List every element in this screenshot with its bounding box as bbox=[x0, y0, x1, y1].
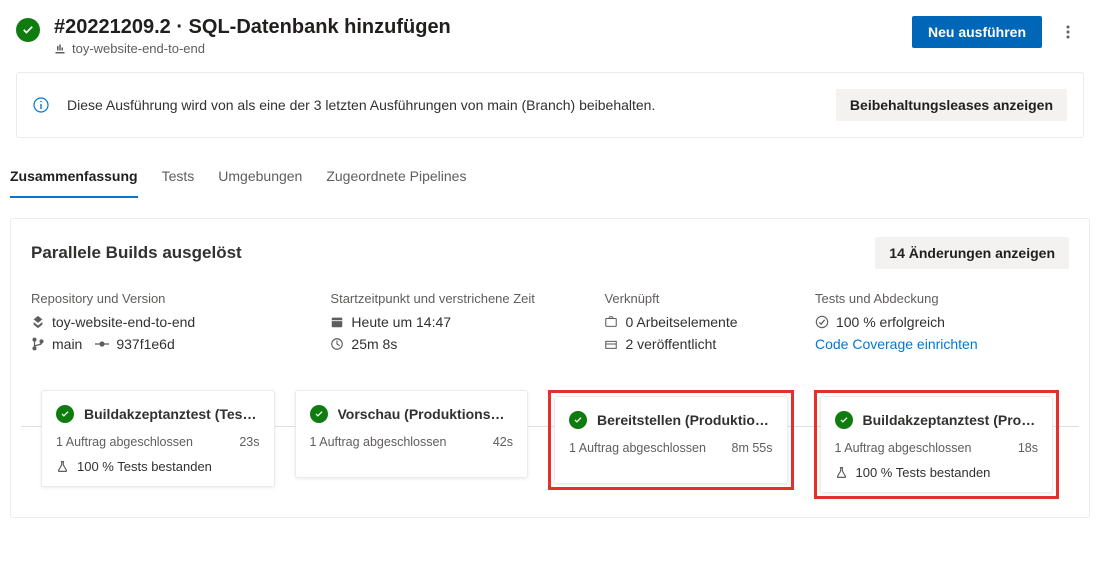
card-title: Parallele Builds ausgelöst bbox=[31, 243, 875, 263]
stage-title: Buildakzeptanztest (Test… bbox=[84, 406, 260, 422]
stage-subline: 1 Auftrag abgeschlossen8m 55s bbox=[569, 441, 773, 455]
stage-subline: 1 Auftrag abgeschlossen18s bbox=[835, 441, 1039, 455]
commit-link[interactable]: 937f1e6d bbox=[116, 336, 174, 352]
stage-tests: 100 % Tests bestanden bbox=[835, 465, 1039, 480]
stage-title: Bereitstellen (Produktion… bbox=[597, 412, 773, 428]
tests-result-text: 100 % erfolgreich bbox=[836, 314, 945, 330]
stage-1[interactable]: Vorschau (Produktions… 1 Auftrag abgesch… bbox=[295, 390, 529, 478]
show-leases-button[interactable]: Beibehaltungsleases anzeigen bbox=[836, 89, 1067, 121]
calendar-icon bbox=[330, 315, 344, 329]
run-status-success-icon bbox=[16, 18, 40, 42]
time-label: Startzeitpunkt und verstrichene Zeit bbox=[330, 291, 584, 306]
repo-name: toy-website-end-to-end bbox=[52, 314, 195, 330]
branch-icon bbox=[31, 337, 45, 351]
flask-icon bbox=[56, 460, 69, 473]
stage-subline: 1 Auftrag abgeschlossen23s bbox=[56, 435, 260, 449]
more-actions-button[interactable] bbox=[1052, 16, 1084, 48]
tab-tests[interactable]: Tests bbox=[150, 158, 207, 198]
rerun-button[interactable]: Neu ausführen bbox=[912, 16, 1042, 48]
published-row[interactable]: 2 veröffentlicht bbox=[604, 336, 795, 352]
started-row: Heute um 14:47 bbox=[330, 314, 584, 330]
branch-link[interactable]: main bbox=[52, 336, 82, 352]
show-changes-button[interactable]: 14 Änderungen anzeigen bbox=[875, 237, 1069, 269]
related-label: Verknüpft bbox=[604, 291, 795, 306]
info-icon bbox=[33, 97, 49, 113]
workitem-icon bbox=[604, 315, 618, 329]
stage-2[interactable]: Bereitstellen (Produktion… 1 Auftrag abg… bbox=[548, 390, 794, 490]
elapsed-row: 25m 8s bbox=[330, 336, 584, 352]
coverage-link[interactable]: Code Coverage einrichten bbox=[815, 336, 978, 352]
stage-status-success-icon bbox=[310, 405, 328, 423]
pipeline-name-row[interactable]: toy-website-end-to-end bbox=[54, 41, 912, 56]
tab-summary[interactable]: Zusammenfassung bbox=[10, 158, 138, 198]
stages-strip: Buildakzeptanztest (Test… 1 Auftrag abge… bbox=[11, 366, 1089, 505]
tests-result-row[interactable]: 100 % erfolgreich bbox=[815, 314, 1069, 330]
started-text: Heute um 14:47 bbox=[351, 314, 451, 330]
retention-banner: Diese Ausführung wird von als eine der 3… bbox=[16, 72, 1084, 138]
elapsed-text: 25m 8s bbox=[351, 336, 397, 352]
stage-subline: 1 Auftrag abgeschlossen42s bbox=[310, 435, 514, 449]
stage-status-success-icon bbox=[835, 411, 853, 429]
workitems-text: 0 Arbeitselemente bbox=[625, 314, 737, 330]
clock-icon bbox=[330, 337, 344, 351]
commit-icon bbox=[95, 337, 109, 351]
tab-pipelines[interactable]: Zugeordnete Pipelines bbox=[314, 158, 478, 198]
repo-link[interactable]: toy-website-end-to-end bbox=[31, 314, 310, 330]
retention-message: Diese Ausführung wird von als eine der 3… bbox=[67, 97, 818, 113]
stage-status-success-icon bbox=[56, 405, 74, 423]
pipeline-name: toy-website-end-to-end bbox=[72, 41, 205, 56]
stage-title: Buildakzeptanztest (Prod… bbox=[863, 412, 1039, 428]
stage-title: Vorschau (Produktions… bbox=[338, 406, 514, 422]
stage-status-success-icon bbox=[569, 411, 587, 429]
tests-label: Tests und Abdeckung bbox=[815, 291, 1069, 306]
tabs: Zusammenfassung Tests Umgebungen Zugeord… bbox=[0, 158, 1100, 198]
stage-tests: 100 % Tests bestanden bbox=[56, 459, 260, 474]
stage-0[interactable]: Buildakzeptanztest (Test… 1 Auftrag abge… bbox=[41, 390, 275, 487]
stage-3[interactable]: Buildakzeptanztest (Prod… 1 Auftrag abge… bbox=[814, 390, 1060, 499]
repo-icon bbox=[31, 315, 45, 329]
success-icon bbox=[815, 315, 829, 329]
workitems-row[interactable]: 0 Arbeitselemente bbox=[604, 314, 795, 330]
run-title: #20221209.2 · SQL-Datenbank hinzufügen bbox=[54, 16, 912, 39]
repo-label: Repository und Version bbox=[31, 291, 310, 306]
pipeline-icon bbox=[54, 43, 66, 55]
published-text: 2 veröffentlicht bbox=[625, 336, 716, 352]
flask-icon bbox=[835, 466, 848, 479]
artifact-icon bbox=[604, 337, 618, 351]
tab-environments[interactable]: Umgebungen bbox=[206, 158, 314, 198]
